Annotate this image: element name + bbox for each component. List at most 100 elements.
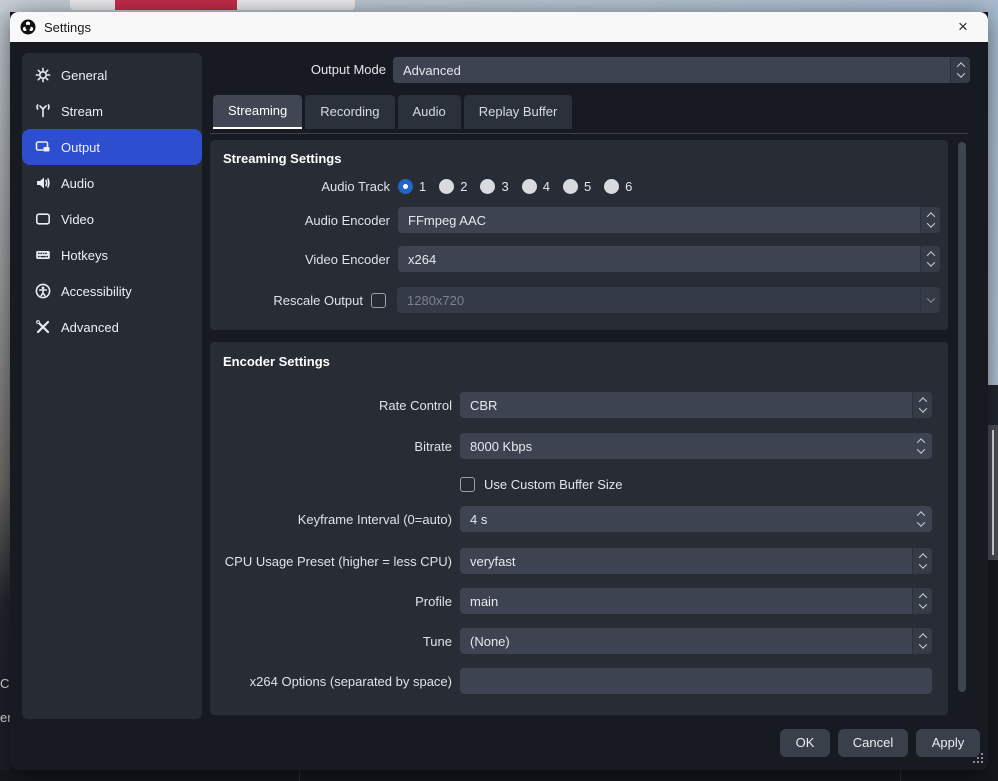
sidebar-item-video[interactable]: Video [22, 201, 202, 237]
speaker-icon [35, 175, 51, 191]
radio-icon[interactable] [604, 179, 619, 194]
audio-track-option-5[interactable]: 5 [563, 179, 591, 194]
bitrate-spinbox[interactable]: 8000 Kbps [460, 433, 932, 459]
accessibility-icon [35, 283, 51, 299]
keyframe-interval-row: Keyframe Interval (0=auto) 4 s [210, 506, 932, 532]
sidebar-item-label: Stream [61, 104, 103, 119]
audio-track-option-2[interactable]: 2 [439, 179, 467, 194]
sidebar-item-general[interactable]: General [22, 57, 202, 93]
monitor-icon [35, 211, 51, 227]
profile-select[interactable]: main [460, 588, 932, 614]
sidebar-item-label: Audio [61, 176, 94, 191]
spinbox-arrows-icon[interactable] [910, 506, 932, 532]
sidebar-item-label: Hotkeys [61, 248, 108, 263]
spinner-icon[interactable] [920, 207, 940, 233]
profile-value: main [460, 594, 912, 609]
scrollbar-thumb[interactable] [958, 142, 966, 692]
wallpaper-highlight [992, 430, 994, 555]
tune-label: Tune [210, 634, 452, 649]
background-red-bar [115, 0, 237, 10]
x264-options-label: x264 Options (separated by space) [210, 674, 452, 689]
video-encoder-value: x264 [398, 252, 920, 267]
sidebar-item-hotkeys[interactable]: Hotkeys [22, 237, 202, 273]
resize-grip[interactable] [981, 761, 983, 763]
spinner-icon[interactable] [950, 57, 970, 83]
rescale-output-row: Rescale Output 1280x720 [210, 287, 940, 313]
x264-options-input[interactable] [460, 668, 932, 694]
spinner-icon[interactable] [912, 548, 932, 574]
sidebar-item-output[interactable]: Output [22, 129, 202, 165]
radio-icon[interactable] [522, 179, 537, 194]
background-text-fragment: er [0, 710, 10, 725]
profile-label: Profile [210, 594, 452, 609]
output-mode-value: Advanced [393, 63, 950, 78]
custom-buffer-checkbox[interactable] [460, 477, 475, 492]
sidebar-item-label: Accessibility [61, 284, 132, 299]
keyframe-interval-spinbox[interactable]: 4 s [460, 506, 932, 532]
custom-buffer-label[interactable]: Use Custom Buffer Size [484, 477, 622, 492]
video-encoder-select[interactable]: x264 [398, 246, 940, 272]
audio-encoder-row: Audio Encoder FFmpeg AAC [210, 207, 940, 233]
audio-encoder-value: FFmpeg AAC [398, 213, 920, 228]
tab-replay-buffer[interactable]: Replay Buffer [464, 95, 573, 129]
audio-track-option-4[interactable]: 4 [522, 179, 550, 194]
group-title: Encoder Settings [223, 354, 330, 369]
video-encoder-row: Video Encoder x264 [210, 246, 940, 272]
settings-sidebar: General Stream Output [22, 53, 202, 719]
output-mode-row: Output Mode Advanced [290, 57, 970, 83]
radio-selected-icon[interactable] [398, 179, 413, 194]
wallpaper-sky [988, 12, 998, 385]
desktop-left-strip [0, 12, 10, 770]
radio-icon[interactable] [480, 179, 495, 194]
radio-label: 2 [460, 179, 467, 194]
rate-control-select[interactable]: CBR [460, 392, 932, 418]
output-icon [35, 139, 51, 155]
rate-control-label: Rate Control [210, 398, 452, 413]
tab-recording[interactable]: Recording [305, 95, 394, 129]
cpu-preset-label: CPU Usage Preset (higher = less CPU) [210, 554, 452, 569]
rate-control-row: Rate Control CBR [210, 392, 932, 418]
output-mode-select[interactable]: Advanced [393, 57, 970, 83]
cpu-preset-value: veryfast [460, 554, 912, 569]
keyboard-icon [35, 247, 51, 263]
radio-icon[interactable] [563, 179, 578, 194]
tab-audio[interactable]: Audio [398, 95, 461, 129]
pane-divider [210, 133, 968, 134]
spinner-icon[interactable] [912, 628, 932, 654]
rate-control-value: CBR [460, 398, 912, 413]
screen: Ca er Settings × [0, 0, 998, 781]
cancel-button[interactable]: Cancel [838, 729, 908, 757]
keyframe-interval-label: Keyframe Interval (0=auto) [210, 512, 452, 527]
window-title: Settings [44, 20, 91, 35]
radio-icon[interactable] [439, 179, 454, 194]
spinner-icon[interactable] [920, 246, 940, 272]
tab-streaming[interactable]: Streaming [213, 95, 302, 129]
desktop-top-strip [0, 0, 998, 12]
chevron-down-icon[interactable] [920, 287, 940, 313]
x264-options-row: x264 Options (separated by space) [210, 668, 932, 694]
rescale-resolution-select[interactable]: 1280x720 [397, 287, 940, 313]
close-icon[interactable]: × [952, 16, 974, 38]
custom-buffer-row: Use Custom Buffer Size [210, 476, 932, 492]
sidebar-item-stream[interactable]: Stream [22, 93, 202, 129]
bitrate-label: Bitrate [210, 439, 452, 454]
titlebar[interactable]: Settings × [10, 12, 988, 42]
audio-track-option-6[interactable]: 6 [604, 179, 632, 194]
sidebar-item-accessibility[interactable]: Accessibility [22, 273, 202, 309]
tune-select[interactable]: (None) [460, 628, 932, 654]
cpu-preset-row: CPU Usage Preset (higher = less CPU) ver… [210, 548, 932, 574]
rescale-output-checkbox[interactable] [371, 293, 386, 308]
audio-track-option-1[interactable]: 1 [398, 179, 426, 194]
radio-label: 3 [501, 179, 508, 194]
sidebar-item-advanced[interactable]: Advanced [22, 309, 202, 345]
audio-encoder-select[interactable]: FFmpeg AAC [398, 207, 940, 233]
apply-button[interactable]: Apply [916, 729, 980, 757]
ok-button[interactable]: OK [780, 729, 830, 757]
audio-track-option-3[interactable]: 3 [480, 179, 508, 194]
spinner-icon[interactable] [912, 392, 932, 418]
cpu-preset-select[interactable]: veryfast [460, 548, 932, 574]
spinbox-arrows-icon[interactable] [910, 433, 932, 459]
spinner-icon[interactable] [912, 588, 932, 614]
video-encoder-label: Video Encoder [210, 252, 390, 267]
sidebar-item-audio[interactable]: Audio [22, 165, 202, 201]
